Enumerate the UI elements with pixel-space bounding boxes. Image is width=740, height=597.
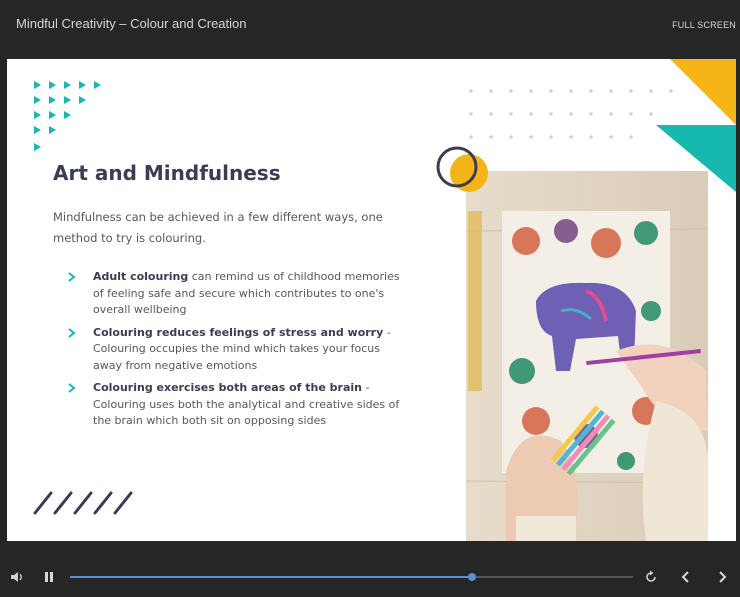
player-controls bbox=[0, 559, 740, 597]
bullet-bold: Adult colouring bbox=[93, 270, 189, 283]
list-item: Adult colouring can remind us of childho… bbox=[67, 269, 402, 319]
list-item: Colouring exercises both areas of the br… bbox=[67, 380, 402, 430]
course-title: Mindful Creativity – Colour and Creation bbox=[16, 16, 247, 31]
yellow-corner-triangle bbox=[670, 59, 736, 125]
slide-heading: Art and Mindfulness bbox=[53, 161, 281, 185]
triangle-pattern-decoration bbox=[34, 81, 101, 151]
slide-intro: Mindfulness can be achieved in a few dif… bbox=[53, 210, 383, 245]
progress-handle[interactable] bbox=[467, 573, 476, 581]
chevron-right-icon bbox=[68, 327, 76, 338]
prev-icon[interactable] bbox=[680, 570, 692, 584]
bullet-list: Adult colouring can remind us of childho… bbox=[67, 269, 402, 436]
dot-grid-decoration bbox=[469, 89, 673, 139]
chevron-right-icon bbox=[68, 383, 76, 393]
colouring-photo-illustration bbox=[466, 171, 708, 541]
fullscreen-button[interactable]: FULL SCREEN bbox=[672, 20, 736, 30]
slash-pattern-decoration bbox=[33, 491, 133, 515]
progress-track[interactable] bbox=[70, 573, 633, 581]
colouring-book-photo bbox=[466, 171, 708, 541]
pause-icon[interactable] bbox=[43, 571, 55, 583]
next-icon[interactable] bbox=[716, 570, 728, 584]
bullet-bold: Colouring reduces feelings of stress and… bbox=[93, 325, 384, 339]
title-bar: Mindful Creativity – Colour and Creation… bbox=[0, 0, 740, 58]
volume-icon[interactable] bbox=[10, 570, 24, 584]
list-item: Colouring reduces feelings of stress and… bbox=[67, 325, 402, 375]
bullet-bold: Colouring exercises both areas of the br… bbox=[93, 381, 362, 394]
chevron-right-icon bbox=[68, 272, 76, 282]
progress-fill bbox=[70, 576, 472, 578]
circle-decoration bbox=[436, 146, 488, 192]
slide-canvas: Art and Mindfulness Mindfulness can be a… bbox=[7, 59, 736, 541]
replay-icon[interactable] bbox=[644, 570, 658, 584]
